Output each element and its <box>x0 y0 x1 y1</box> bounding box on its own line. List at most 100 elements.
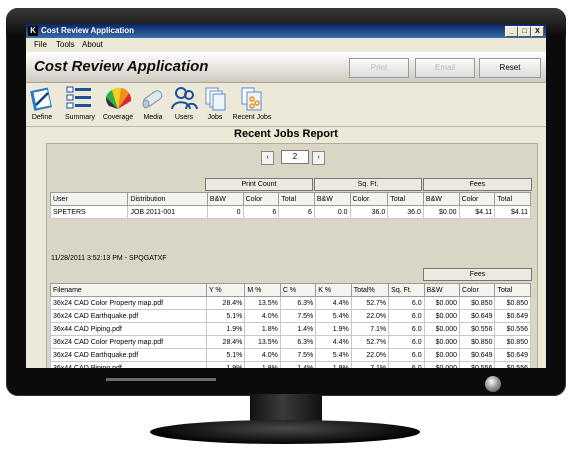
column-header[interactable]: M % <box>244 283 281 297</box>
app-window: K Cost Review Application _ □ X File Too… <box>26 24 546 368</box>
column-header[interactable]: K % <box>315 283 352 297</box>
table-cell: 36x24 CAD Color Property map.pdf <box>50 296 207 310</box>
menu-file[interactable]: File <box>34 38 47 52</box>
email-button[interactable]: Email <box>415 58 475 78</box>
table-cell: 36x44 CAD Piping.pdf <box>50 322 207 336</box>
table-cell: 22.0% <box>350 309 390 323</box>
table-cell: 7.5% <box>279 348 317 362</box>
print-button[interactable]: Print <box>349 58 409 78</box>
table-cell: SPETERS <box>49 205 129 219</box>
table-row[interactable]: SPETERS JOB 2011-001 0 6 6 0.0 36.0 36.0 $0.00 $4… <box>49 205 531 219</box>
menu-about[interactable]: About <box>82 38 103 52</box>
window-title: Cost Review Application <box>41 26 135 35</box>
tool-define[interactable]: Define <box>29 85 55 121</box>
table-cell: 52.7% <box>350 296 390 310</box>
column-header[interactable]: Total <box>494 192 531 206</box>
table-cell: 4.0% <box>244 348 281 362</box>
detail-table: Filename Y % M % C % K % Total% Sq. Ft. B&W Colo… <box>50 283 531 368</box>
column-header[interactable]: Color <box>242 192 280 206</box>
table-cell: $0.000 <box>423 335 461 349</box>
table-cell: 1.4% <box>279 322 317 336</box>
tool-media-label: Media <box>143 114 163 121</box>
column-header[interactable]: B&W <box>313 192 351 206</box>
table-row[interactable]: 36x24 CAD Earthquake.pdf 5.1% 4.0% 7.5% 5.4%… <box>50 309 531 323</box>
column-header[interactable]: Total <box>387 192 424 206</box>
close-button[interactable]: X <box>531 26 544 37</box>
previous-page-button[interactable]: ‹ <box>261 151 274 165</box>
table-row[interactable]: 36x44 CAD Piping.pdf 1.9% 1.8% 1.4% 1.9% 7.1%… <box>50 322 531 336</box>
table-cell: 6.0 <box>388 361 425 368</box>
column-header[interactable]: Y % <box>205 283 246 297</box>
table-cell: 5.1% <box>205 309 246 323</box>
table-cell: 6.3% <box>279 335 317 349</box>
page-number-input[interactable]: 2 <box>281 150 309 164</box>
column-header[interactable]: Sq. Ft. <box>388 283 425 297</box>
table-cell: $0.649 <box>459 348 496 362</box>
column-header[interactable]: B&W <box>206 192 244 206</box>
column-header[interactable]: Color <box>349 192 389 206</box>
table-row[interactable]: 36x24 CAD Color Property map.pdf 28.4% 13.… <box>50 296 531 310</box>
table-cell: $0.556 <box>459 361 496 368</box>
reset-button[interactable]: Reset <box>479 58 541 78</box>
table-cell: 36x44 CAD Piping.pdf <box>50 361 207 368</box>
power-button-icon[interactable] <box>485 376 501 392</box>
column-header[interactable]: B&W <box>422 192 460 206</box>
table-cell: $0.000 <box>423 361 461 368</box>
table-cell: 6.0 <box>388 322 425 336</box>
column-header[interactable]: User <box>49 192 129 206</box>
tool-coverage-label: Coverage <box>102 114 134 121</box>
table-cell: 28.4% <box>205 296 246 310</box>
tool-summary[interactable]: Summary <box>61 85 99 121</box>
table-cell: 0.0 <box>313 205 351 219</box>
tool-users[interactable]: Users <box>170 85 198 121</box>
table-row[interactable]: 36x44 CAD Piping.pdf 1.9% 1.8% 1.4% 1.9% 7.1%… <box>50 361 531 368</box>
next-page-button[interactable]: › <box>312 151 325 165</box>
table-cell: 6.0 <box>388 296 425 310</box>
table-cell: 5.1% <box>205 348 246 362</box>
recent-jobs-icon <box>241 87 262 111</box>
summary-icon <box>66 86 91 109</box>
tool-jobs[interactable]: Jobs <box>202 85 228 121</box>
table-cell: $0.850 <box>459 335 496 349</box>
column-header[interactable]: Color <box>459 283 496 297</box>
tool-recent-jobs[interactable]: Recent Jobs <box>232 85 272 121</box>
summary-table: User Distribution B&W Color Total B&W Color Tot… <box>49 192 531 219</box>
minimize-button[interactable]: _ <box>505 26 518 37</box>
tool-coverage[interactable]: Coverage <box>100 85 136 121</box>
table-cell: 4.4% <box>315 335 352 349</box>
table-cell: 5.4% <box>315 348 352 362</box>
table-cell: 0 <box>206 205 244 219</box>
table-cell: 7.5% <box>279 309 317 323</box>
summary-header-row: User Distribution B&W Color Total B&W Color Tot… <box>49 192 531 206</box>
table-cell: 52.7% <box>350 335 390 349</box>
group-header-fees: Fees <box>423 178 532 191</box>
column-header[interactable]: Distribution <box>127 192 208 206</box>
table-cell: 5.4% <box>315 309 352 323</box>
table-cell: JOB 2011-001 <box>127 205 208 219</box>
table-row[interactable]: 36x24 CAD Color Property map.pdf 28.4% 13.… <box>50 335 531 349</box>
table-cell: $0.649 <box>494 309 531 323</box>
report-title: Recent Jobs Report <box>234 128 338 140</box>
maximize-button[interactable]: □ <box>518 26 531 37</box>
table-cell: 6 <box>242 205 280 219</box>
group-header-fees-detail: Fees <box>423 268 532 281</box>
table-cell: 36.0 <box>349 205 389 219</box>
tool-media[interactable]: Media <box>140 85 166 121</box>
column-header[interactable]: B&W <box>423 283 461 297</box>
table-cell: $0.649 <box>459 309 496 323</box>
column-header[interactable]: Color <box>458 192 496 206</box>
table-row[interactable]: 36x24 CAD Earthquake.pdf 5.1% 4.0% 7.5% 5.4%… <box>50 348 531 362</box>
users-icon <box>171 87 198 110</box>
table-cell: 6.3% <box>279 296 317 310</box>
column-header[interactable]: C % <box>279 283 317 297</box>
tool-summary-label: Summary <box>65 114 95 121</box>
table-cell: 28.4% <box>205 335 246 349</box>
menu-tools[interactable]: Tools <box>56 38 75 52</box>
detail-header-row: Filename Y % M % C % K % Total% Sq. Ft. B&W Colo… <box>50 283 531 297</box>
column-header[interactable]: Total% <box>350 283 390 297</box>
column-header[interactable]: Total <box>278 192 315 206</box>
tool-users-label: Users <box>174 114 194 121</box>
column-header[interactable]: Total <box>494 283 531 297</box>
app-title: Cost Review Application <box>34 58 209 75</box>
column-header[interactable]: Filename <box>50 283 207 297</box>
